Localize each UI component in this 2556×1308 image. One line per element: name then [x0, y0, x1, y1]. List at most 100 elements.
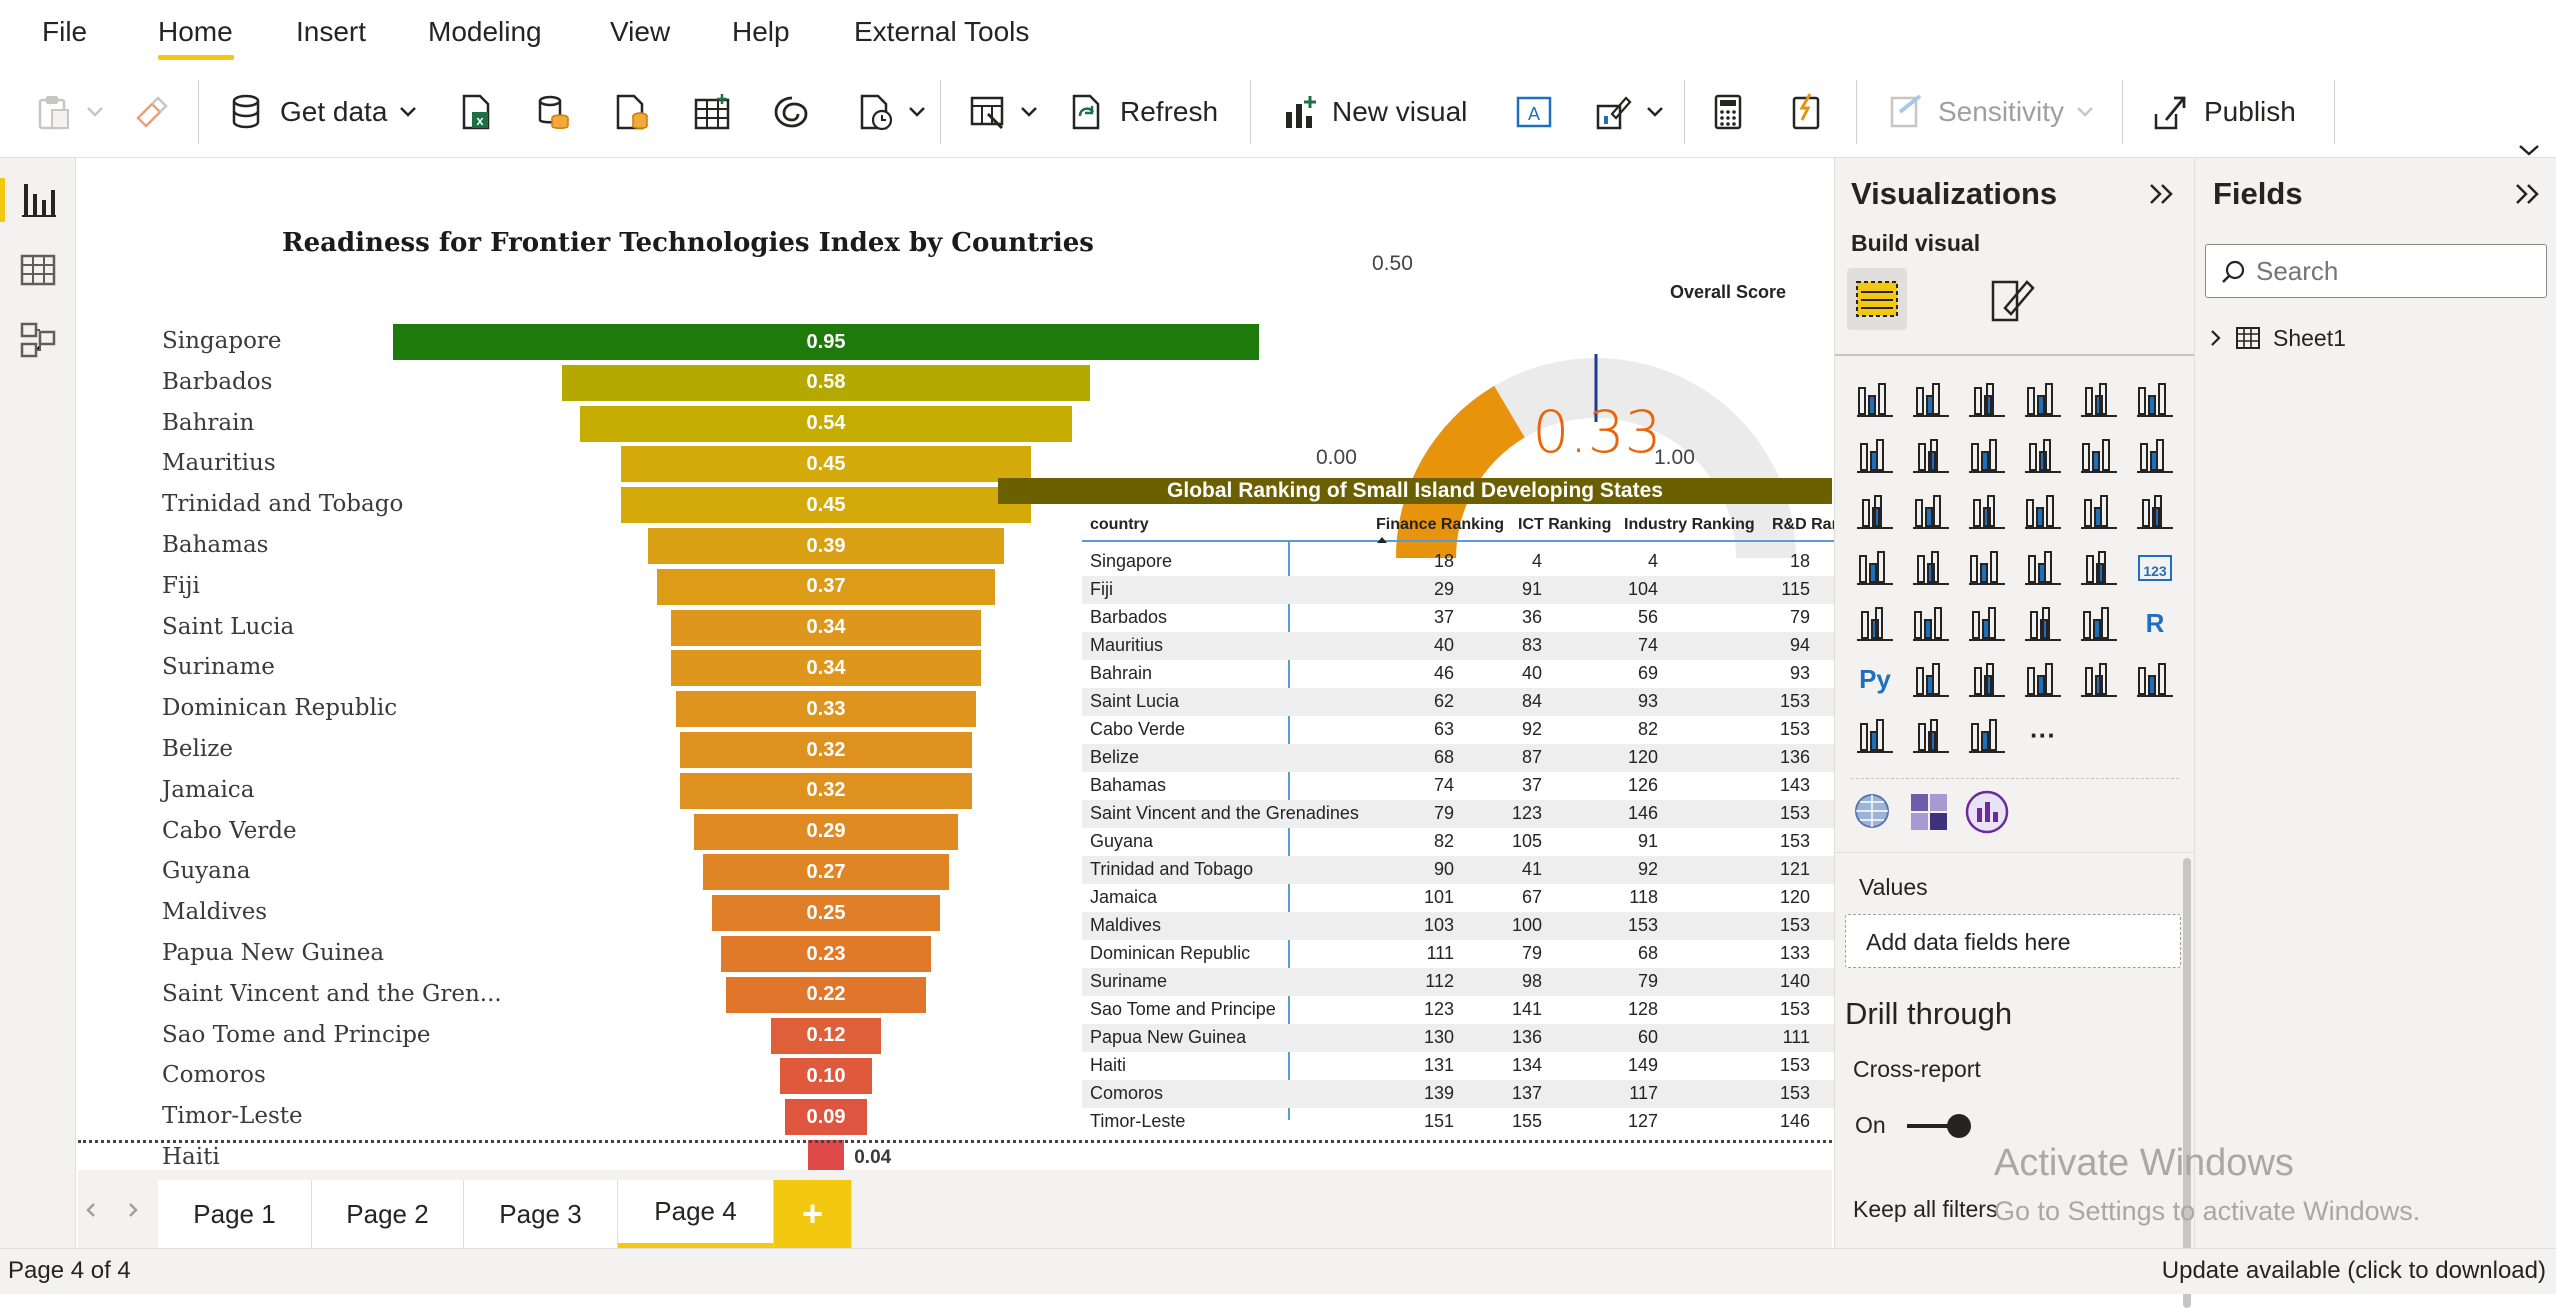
format-visual-icon[interactable] — [1987, 274, 2037, 326]
shape-map-icon[interactable] — [1965, 546, 2009, 590]
table-row[interactable]: Guyana 82 105 91 153 — [1082, 828, 1888, 856]
build-visual-tab[interactable] — [1847, 268, 1907, 330]
paginated-report-icon[interactable] — [1853, 714, 1897, 758]
table-row[interactable]: Trinidad and Tobago 90 41 92 121 — [1082, 856, 1888, 884]
publish-button[interactable]: Publish — [2152, 88, 2296, 136]
power-automate-icon[interactable] — [1965, 714, 2009, 758]
data-view-icon[interactable] — [18, 250, 58, 290]
table-row[interactable]: Saint Vincent and the Grenadines 79 123 146… — [1082, 800, 1888, 828]
funnel-bar[interactable]: 0.33 — [675, 691, 977, 728]
menu-view[interactable]: View — [610, 16, 670, 48]
funnel-bar[interactable]: 0.22 — [725, 976, 927, 1013]
menu-external-tools[interactable]: External Tools — [854, 16, 1029, 48]
values-drop-zone[interactable]: Add data fields here — [1845, 914, 2181, 968]
table-sheet1[interactable]: Sheet1 — [2209, 318, 2346, 358]
table-row[interactable]: Saint Lucia 62 84 93 153 — [1082, 688, 1888, 716]
funnel-bar[interactable]: 0.37 — [657, 568, 995, 605]
line-clustered-column-icon[interactable] — [2077, 434, 2121, 478]
stacked-column-icon[interactable] — [1909, 378, 1953, 422]
cross-report-toggle-knob[interactable] — [1947, 1114, 1971, 1138]
table-row[interactable]: Sao Tome and Principe 123 141 128 153 — [1082, 996, 1888, 1024]
pie-chart-icon[interactable] — [2021, 490, 2065, 534]
clustered-column-icon[interactable] — [2021, 378, 2065, 422]
model-view-icon[interactable] — [18, 320, 58, 360]
funnel-bar[interactable]: 0.45 — [620, 487, 1032, 524]
quick-measure-button[interactable] — [1786, 88, 1826, 136]
table-row[interactable]: Cabo Verde 63 92 82 153 — [1082, 716, 1888, 744]
line-chart-icon[interactable] — [1853, 434, 1897, 478]
funnel-bar[interactable]: 0.09 — [784, 1099, 867, 1136]
donut-chart-icon[interactable] — [2077, 490, 2121, 534]
azure-map-icon[interactable] — [2021, 546, 2065, 590]
report-view-icon[interactable] — [18, 180, 58, 220]
col-header-industry[interactable]: Industry Ranking — [1624, 516, 1755, 534]
menu-insert[interactable]: Insert — [296, 16, 366, 48]
funnel-bar[interactable]: 0.39 — [648, 528, 1004, 564]
table-row[interactable]: Dominican Republic 111 79 68 133 — [1082, 940, 1888, 968]
menu-modeling[interactable]: Modeling — [428, 16, 542, 48]
funnel-bar[interactable]: 0.34 — [671, 609, 981, 646]
fields-search-box[interactable] — [2205, 244, 2547, 298]
funnel-icon[interactable] — [1909, 490, 1953, 534]
chevron-right-icon[interactable] — [126, 1202, 140, 1218]
page-tab-4[interactable]: Page 4 — [618, 1180, 774, 1248]
more-options-icon[interactable]: ··· — [2021, 714, 2065, 758]
new-visual-button[interactable]: New visual — [1280, 88, 1467, 136]
funnel-bar[interactable]: 0.45 — [620, 446, 1032, 483]
100-column-icon[interactable] — [2133, 378, 2177, 422]
decomposition-tree-icon[interactable] — [1965, 658, 2009, 702]
text-box-button[interactable]: A — [1514, 88, 1554, 136]
table-row[interactable]: Haiti 131 134 149 153 — [1082, 1052, 1888, 1080]
refresh-button[interactable]: Refresh — [1068, 88, 1218, 136]
line-column-icon[interactable] — [2021, 434, 2065, 478]
table-row[interactable]: Fiji 29 91 104 115 — [1082, 576, 1888, 604]
fields-search-input[interactable] — [2256, 253, 2536, 289]
col-header-ict[interactable]: ICT Ranking — [1518, 516, 1611, 534]
sql-server-button[interactable] — [532, 88, 572, 136]
page-tab-1[interactable]: Page 1 — [158, 1180, 312, 1248]
paste-button[interactable] — [34, 88, 104, 136]
multi-row-card-icon[interactable] — [1853, 602, 1897, 646]
more-visuals-button[interactable] — [1594, 88, 1664, 136]
stacked-bar-icon[interactable] — [1853, 378, 1897, 422]
col-header-finance[interactable]: Finance Ranking — [1376, 516, 1504, 534]
funnel-bar[interactable]: 0.54 — [579, 405, 1073, 442]
funnel-bar[interactable]: 0.95 — [393, 324, 1259, 360]
filled-map-icon[interactable] — [1909, 546, 1953, 590]
key-influencers-icon[interactable] — [1909, 658, 1953, 702]
recent-sources-button[interactable] — [856, 88, 926, 136]
r-visual-icon[interactable]: R — [2133, 602, 2177, 646]
collapse-pane-icon[interactable] — [2513, 182, 2543, 206]
python-visual-icon[interactable]: Py — [1853, 658, 1897, 702]
kpi-icon[interactable] — [1909, 602, 1953, 646]
funnel-bar[interactable]: 0.23 — [721, 936, 931, 972]
table-row[interactable]: Papua New Guinea 130 136 60 111 — [1082, 1024, 1888, 1052]
menu-home[interactable]: Home — [158, 16, 233, 48]
sensitivity-button[interactable]: Sensitivity — [1886, 88, 2094, 136]
ribbon-chart-icon[interactable] — [2133, 434, 2177, 478]
scatter-icon[interactable] — [1965, 490, 2009, 534]
table-row[interactable]: Bahamas 74 37 126 143 — [1082, 772, 1888, 800]
update-available-link[interactable]: Update available (click to download) — [2162, 1257, 2546, 1285]
map-icon[interactable] — [1853, 546, 1897, 590]
funnel-bar[interactable]: 0.32 — [680, 732, 972, 768]
funnel-bar[interactable]: 0.10 — [780, 1058, 872, 1095]
excel-workbook-button[interactable]: x — [456, 88, 496, 136]
funnel-bar[interactable]: 0.12 — [771, 1017, 881, 1054]
table-row[interactable]: Timor-Leste 151 155 127 146 — [1082, 1108, 1888, 1136]
dataverse-button[interactable] — [612, 88, 652, 136]
get-data-button[interactable]: Get data — [228, 88, 417, 136]
smart-narrative-icon[interactable] — [2077, 658, 2121, 702]
custom-chart-icon[interactable] — [1965, 790, 2009, 834]
gauge-icon[interactable] — [2077, 546, 2121, 590]
power-apps-icon[interactable] — [1909, 714, 1953, 758]
chevron-left-icon[interactable] — [84, 1202, 98, 1218]
100-bar-icon[interactable] — [2077, 378, 2121, 422]
table-row[interactable]: Belize 68 87 120 136 — [1082, 744, 1888, 772]
matrix-icon[interactable] — [2077, 602, 2121, 646]
treemap-icon[interactable] — [2133, 490, 2177, 534]
table-row[interactable]: Jamaica 101 67 118 120 — [1082, 884, 1888, 912]
funnel-bar[interactable]: 0.58 — [561, 364, 1091, 401]
funnel-bar[interactable]: 0.32 — [680, 772, 972, 809]
clustered-bar-icon[interactable] — [1965, 378, 2009, 422]
